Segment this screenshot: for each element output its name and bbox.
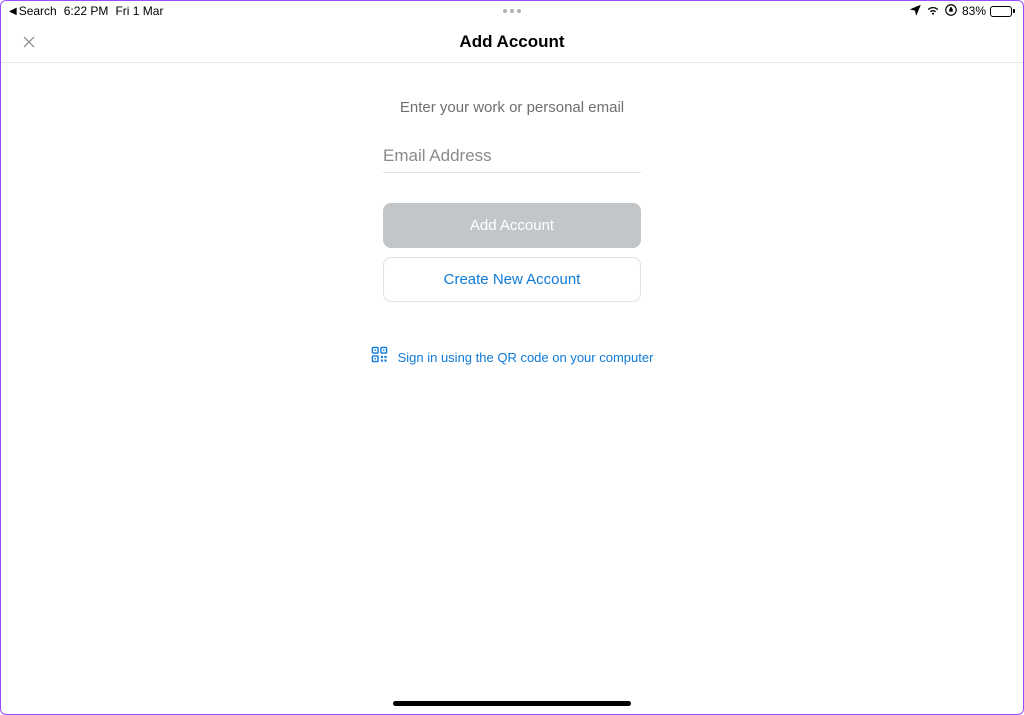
status-right: 83% (908, 3, 1015, 20)
qr-link-text: Sign in using the QR code on your comput… (398, 350, 654, 365)
account-form: Add Account Create New Account (383, 140, 641, 302)
dot-icon (503, 9, 507, 13)
main-content: Enter your work or personal email Add Ac… (1, 63, 1023, 368)
rotation-lock-icon (944, 3, 958, 20)
email-field-wrapper (383, 140, 641, 173)
create-account-button[interactable]: Create New Account (383, 257, 641, 302)
email-input[interactable] (383, 140, 641, 173)
multitask-dots[interactable] (503, 9, 521, 13)
back-label: Search (19, 4, 57, 18)
status-left: ◀ Search 6:22 PM Fri 1 Mar (9, 4, 163, 18)
qr-code-icon (371, 346, 388, 368)
subtitle: Enter your work or personal email (400, 99, 624, 116)
back-arrow-icon: ◀ (9, 6, 17, 17)
close-button[interactable] (19, 32, 39, 52)
page-title: Add Account (459, 32, 564, 52)
location-icon (908, 3, 922, 20)
battery-percent: 83% (962, 4, 986, 18)
dot-icon (517, 9, 521, 13)
status-time: 6:22 PM (64, 4, 109, 18)
wifi-icon (926, 3, 940, 20)
dot-icon (510, 9, 514, 13)
battery-icon (990, 6, 1015, 17)
back-to-search[interactable]: ◀ Search (9, 4, 57, 18)
nav-bar: Add Account (1, 21, 1023, 63)
close-icon (21, 34, 37, 50)
status-date: Fri 1 Mar (115, 4, 163, 18)
home-indicator[interactable] (393, 701, 631, 706)
add-account-button[interactable]: Add Account (383, 203, 641, 248)
status-bar: ◀ Search 6:22 PM Fri 1 Mar 83% (1, 1, 1023, 21)
qr-signin-link[interactable]: Sign in using the QR code on your comput… (371, 346, 654, 368)
